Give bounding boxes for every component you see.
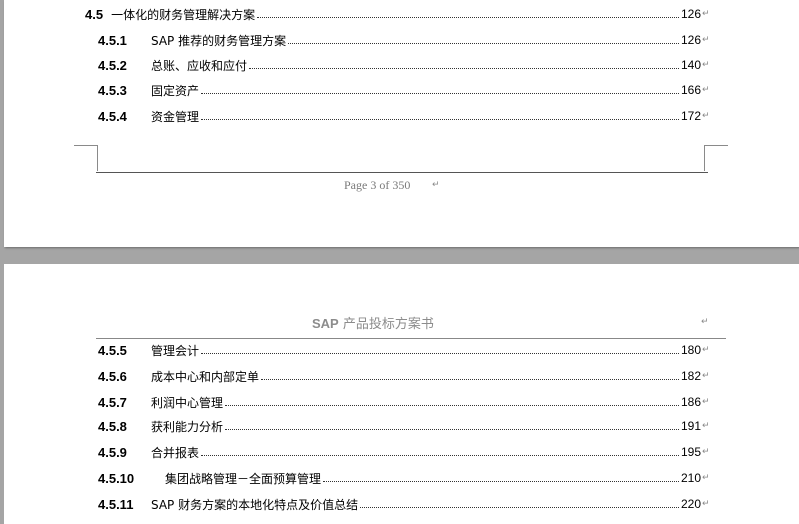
toc-page-number: 191 [680, 419, 701, 433]
toc-entry[interactable]: 4.5.1 SAP 推荐的财务管理方案 126 ↵ [98, 30, 711, 50]
toc-page-number: 172 [680, 109, 701, 123]
toc-title: 固定资产 [151, 83, 200, 98]
paragraph-mark-icon: ↵ [702, 111, 710, 121]
toc-number: 4.5.7 [98, 394, 127, 410]
dot-leader [288, 43, 679, 44]
toc-title: SAP 财务方案的本地化特点及价值总结 [151, 497, 359, 512]
toc-number: 4.5.6 [98, 368, 127, 384]
paragraph-mark-icon: ↵ [702, 421, 710, 431]
paragraph-mark-icon: ↵ [702, 371, 710, 381]
paragraph-mark-icon: ↵ [702, 85, 710, 95]
toc-number: 4.5.5 [98, 342, 127, 358]
toc-title: 集团战略管理－全面预算管理 [165, 471, 322, 486]
dot-leader [249, 68, 679, 69]
toc-entry[interactable]: 4.5.7 利润中心管理 186 ↵ [98, 392, 711, 412]
dot-leader [201, 119, 679, 120]
toc-page-number: 126 [680, 7, 701, 21]
header-title: 产品投标方案书 [342, 317, 434, 332]
toc-page-number: 186 [680, 395, 701, 409]
paragraph-mark-icon: ↵ [702, 60, 710, 70]
toc-page-number: 210 [680, 471, 701, 485]
toc-entry[interactable]: 4.5.8 获利能力分析 191 ↵ [98, 416, 711, 436]
toc-title: 管理会计 [151, 343, 200, 358]
paragraph-mark-icon: ↵ [702, 345, 710, 355]
toc-title: 总账、应收和应付 [151, 58, 248, 73]
dot-leader [201, 455, 679, 456]
toc-page-number: 182 [680, 369, 701, 383]
dot-leader [257, 17, 679, 18]
header-rule [96, 338, 726, 339]
toc-entry[interactable]: 4.5 一体化的财务管理解决方案 126 ↵ [85, 4, 711, 24]
document-page-3: 4.5 一体化的财务管理解决方案 126 ↵ 4.5.1 SAP 推荐的财务管理… [4, 0, 799, 247]
paragraph-mark-icon: ↵ [702, 499, 710, 509]
page-footer: Page 3 of 350 [344, 178, 411, 192]
toc-number: 4.5 [85, 6, 104, 22]
toc-number: 4.5.9 [98, 444, 127, 460]
paragraph-mark-icon: ↵ [702, 9, 710, 19]
dot-leader [225, 405, 679, 406]
dot-leader [323, 481, 679, 482]
toc-number: 4.5.3 [98, 82, 127, 98]
toc-number: 4.5.11 [98, 496, 134, 512]
paragraph-mark-icon: ↵ [702, 473, 710, 483]
dot-leader [201, 353, 679, 354]
dot-leader [201, 93, 679, 94]
toc-page-number: 195 [680, 445, 701, 459]
toc-title: 利润中心管理 [151, 395, 224, 410]
margin-corner-mark [704, 145, 728, 171]
toc-entry[interactable]: 4.5.4 资金管理 172 ↵ [98, 106, 711, 126]
toc-entry[interactable]: 4.5.2 总账、应收和应付 140 ↵ [98, 55, 711, 75]
dot-leader [360, 507, 679, 508]
header-brand: SAP [312, 316, 339, 331]
margin-corner-mark [74, 145, 98, 171]
toc-page-number: 140 [680, 58, 701, 72]
toc-title: 获利能力分析 [151, 419, 224, 434]
toc-number: 4.5.10 [98, 470, 135, 486]
page-header: SAP 产品投标方案书 [312, 313, 434, 332]
toc-title: 成本中心和内部定单 [151, 369, 260, 384]
paragraph-mark-icon: ↵ [702, 447, 710, 457]
document-page-4: SAP 产品投标方案书 ↵ 4.5.5 管理会计 180 ↵ 4.5.6 成本中… [4, 264, 799, 524]
paragraph-mark-icon: ↵ [432, 180, 440, 190]
toc-title: 一体化的财务管理解决方案 [111, 7, 256, 22]
toc-entry[interactable]: 4.5.5 管理会计 180 ↵ [98, 340, 711, 360]
paragraph-mark-icon: ↵ [701, 317, 709, 327]
paragraph-mark-icon: ↵ [702, 35, 710, 45]
footer-rule [96, 172, 708, 173]
toc-page-number: 180 [680, 343, 701, 357]
toc-entry[interactable]: 4.5.10 集团战略管理－全面预算管理 210 ↵ [98, 468, 711, 488]
toc-entry[interactable]: 4.5.9 合并报表 195 ↵ [98, 442, 711, 462]
toc-page-number: 220 [680, 497, 701, 511]
toc-page-number: 166 [680, 83, 701, 97]
toc-number: 4.5.2 [98, 57, 127, 73]
toc-title: SAP 推荐的财务管理方案 [151, 33, 287, 48]
toc-entry[interactable]: 4.5.3 固定资产 166 ↵ [98, 80, 711, 100]
toc-page-number: 126 [680, 33, 701, 47]
toc-entry[interactable]: 4.5.6 成本中心和内部定单 182 ↵ [98, 366, 711, 386]
toc-title: 合并报表 [151, 445, 200, 460]
toc-number: 4.5.1 [98, 32, 127, 48]
dot-leader [261, 379, 679, 380]
toc-number: 4.5.8 [98, 418, 127, 434]
paragraph-mark-icon: ↵ [702, 397, 710, 407]
toc-number: 4.5.4 [98, 108, 127, 124]
toc-entry[interactable]: 4.5.11 SAP 财务方案的本地化特点及价值总结 220 ↵ [98, 494, 711, 514]
dot-leader [225, 429, 679, 430]
toc-title: 资金管理 [151, 109, 200, 124]
